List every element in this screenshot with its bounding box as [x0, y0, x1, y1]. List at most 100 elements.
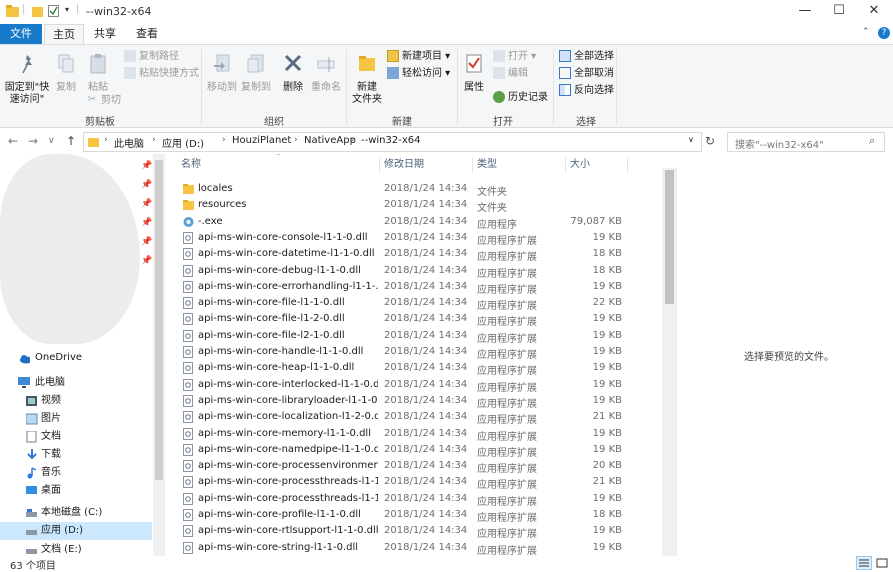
- rename-button[interactable]: 重命名: [309, 53, 343, 94]
- copy-button[interactable]: 复制: [52, 53, 80, 94]
- table-row[interactable]: resources 2018/1/24 14:34 文件夹: [165, 197, 665, 214]
- nav-pane-scroll-thumb[interactable]: [155, 160, 163, 480]
- table-row[interactable]: api-ms-win-core-profile-l1-1-0.dll 2018/1…: [165, 507, 665, 524]
- nav-item-onedrive[interactable]: OneDrive: [0, 349, 152, 367]
- recent-locations-chevron-icon[interactable]: ∨: [48, 136, 55, 146]
- search-box[interactable]: 搜索"--win32-x64" ⌕: [727, 132, 885, 152]
- move-to-button[interactable]: 移动到: [206, 53, 238, 94]
- properties-check-icon[interactable]: [48, 5, 60, 18]
- tab-home[interactable]: 主页: [44, 24, 84, 44]
- copy-to-button[interactable]: 复制到: [240, 53, 272, 94]
- breadcrumb-separator-icon[interactable]: ›: [351, 135, 355, 145]
- table-row[interactable]: -.exe 2018/1/24 14:34 应用程序 79,087 KB: [165, 214, 665, 231]
- nav-item-videos[interactable]: 视频: [0, 392, 152, 410]
- history-button[interactable]: 历史记录: [493, 90, 548, 106]
- properties-button[interactable]: 属性: [461, 53, 487, 94]
- file-list-scroll-thumb[interactable]: [665, 170, 674, 304]
- nav-item-documents[interactable]: 文档: [0, 428, 152, 446]
- column-separator[interactable]: [565, 157, 566, 173]
- breadcrumb-drive-d[interactable]: 应用 (D:): [162, 135, 204, 150]
- quick-folder-icon[interactable]: [32, 5, 44, 18]
- table-row[interactable]: api-ms-win-core-interlocked-l1-1-0.dll 20…: [165, 377, 665, 394]
- breadcrumb-separator-icon[interactable]: ›: [222, 135, 226, 145]
- paste-button[interactable]: 粘贴: [84, 53, 112, 94]
- column-separator[interactable]: [472, 157, 473, 173]
- breadcrumb-current-folder[interactable]: --win32-x64: [361, 135, 421, 146]
- nav-item-this-pc[interactable]: 此电脑: [0, 374, 152, 392]
- minimize-button[interactable]: —: [788, 0, 822, 24]
- up-arrow-icon[interactable]: ↑: [66, 134, 76, 148]
- easy-access-button[interactable]: 轻松访问 ▾: [387, 66, 450, 82]
- invert-selection-button[interactable]: 反向选择: [559, 83, 614, 99]
- select-all-button[interactable]: 全部选择: [559, 49, 614, 65]
- paste-shortcut-button[interactable]: 粘贴快捷方式: [124, 66, 199, 82]
- table-row[interactable]: api-ms-win-core-file-l1-1-0.dll 2018/1/24…: [165, 295, 665, 312]
- table-row[interactable]: api-ms-win-core-processthreads-l1-1... 20…: [165, 491, 665, 508]
- column-header-name[interactable]: 名称: [181, 154, 201, 176]
- table-row[interactable]: locales 2018/1/24 14:34 文件夹: [165, 181, 665, 198]
- table-row[interactable]: api-ms-win-core-processthreads-l1-1... 20…: [165, 474, 665, 491]
- column-separator[interactable]: [627, 157, 628, 173]
- table-row[interactable]: api-ms-win-core-libraryloader-l1-1-0... 2…: [165, 393, 665, 410]
- tab-view[interactable]: 查看: [128, 24, 166, 44]
- table-row[interactable]: api-ms-win-core-debug-l1-1-0.dll 2018/1/2…: [165, 263, 665, 280]
- details-view-button[interactable]: [856, 556, 872, 570]
- pin-quick-access-button[interactable]: 固定到"快 速访问": [4, 53, 50, 106]
- close-button[interactable]: ✕: [857, 0, 891, 24]
- table-row[interactable]: api-ms-win-core-memory-l1-1-0.dll 2018/1/…: [165, 426, 665, 443]
- nav-item-pictures[interactable]: 图片: [0, 410, 152, 428]
- maximize-button[interactable]: ☐: [822, 0, 856, 24]
- table-row[interactable]: api-ms-win-core-errorhandling-l1-1-... 20…: [165, 279, 665, 296]
- table-row[interactable]: api-ms-win-core-rtlsupport-l1-1-0.dll 201…: [165, 523, 665, 540]
- table-row[interactable]: api-ms-win-core-console-l1-1-0.dll 2018/1…: [165, 230, 665, 247]
- breadcrumb-nativeapp[interactable]: NativeApp: [304, 135, 356, 146]
- select-none-button[interactable]: 全部取消: [559, 66, 614, 82]
- refresh-icon[interactable]: ↻: [705, 134, 715, 148]
- breadcrumb-separator-icon[interactable]: ›: [152, 135, 156, 145]
- forward-arrow-icon[interactable]: →: [28, 134, 38, 148]
- nav-item-app-drive-d[interactable]: 应用 (D:): [0, 522, 152, 540]
- table-row[interactable]: api-ms-win-core-localization-l1-2-0.dll 2…: [165, 409, 665, 426]
- nav-item-local-disk-c[interactable]: 本地磁盘 (C:): [0, 504, 152, 522]
- delete-button[interactable]: 删除: [281, 53, 305, 94]
- cut-button[interactable]: ✂ 剪切: [86, 93, 121, 109]
- column-header-type[interactable]: 类型: [477, 154, 497, 176]
- nav-item-docs-drive-e[interactable]: 文档 (E:): [0, 541, 152, 556]
- breadcrumb-houziplanet[interactable]: HouziPlanet: [232, 135, 291, 146]
- table-row[interactable]: api-ms-win-core-string-l1-1-0.dll 2018/1/…: [165, 540, 665, 556]
- copy-path-button[interactable]: 复制路径: [124, 49, 179, 65]
- file-list-scrollbar[interactable]: [662, 168, 677, 556]
- nav-pane-scrollbar[interactable]: [153, 154, 165, 556]
- search-icon[interactable]: ⌕: [869, 134, 875, 148]
- table-row[interactable]: api-ms-win-core-heap-l1-1-0.dll 2018/1/24…: [165, 360, 665, 377]
- nav-item-desktop[interactable]: 桌面: [0, 482, 152, 500]
- tab-file[interactable]: 文件: [0, 24, 42, 44]
- table-row[interactable]: api-ms-win-core-processenvironmen... 2018…: [165, 458, 665, 475]
- table-row[interactable]: api-ms-win-core-datetime-l1-1-0.dll 2018/…: [165, 246, 665, 263]
- breadcrumb-separator-icon[interactable]: ›: [104, 135, 108, 145]
- breadcrumb-this-pc[interactable]: 此电脑: [114, 135, 144, 150]
- new-folder-button[interactable]: 新建 文件夹: [350, 53, 384, 106]
- column-separator[interactable]: [379, 157, 380, 173]
- breadcrumb-separator-icon[interactable]: ›: [294, 135, 298, 145]
- customize-quick-access-icon[interactable]: ▾: [65, 5, 69, 14]
- address-bar[interactable]: › 此电脑 › 应用 (D:) › HouziPlanet › NativeAp…: [83, 132, 702, 152]
- table-row[interactable]: api-ms-win-core-handle-l1-1-0.dll 2018/1/…: [165, 344, 665, 361]
- nav-item-music[interactable]: 音乐: [0, 464, 152, 482]
- open-button[interactable]: 打开 ▾: [493, 49, 536, 65]
- tab-share[interactable]: 共享: [86, 24, 124, 44]
- table-row[interactable]: api-ms-win-core-namedpipe-l1-1-0.dll 2018…: [165, 442, 665, 459]
- column-header-size[interactable]: 大小: [570, 154, 590, 176]
- address-dropdown-chevron-icon[interactable]: ∨: [688, 135, 694, 144]
- table-row[interactable]: api-ms-win-core-file-l1-2-0.dll 2018/1/24…: [165, 311, 665, 328]
- column-header-date[interactable]: 修改日期: [384, 154, 424, 176]
- collapse-ribbon-icon[interactable]: ⌃: [862, 27, 870, 37]
- large-icons-view-button[interactable]: [874, 556, 890, 570]
- nav-item-downloads[interactable]: 下载: [0, 446, 152, 464]
- edit-button[interactable]: 编辑: [493, 66, 528, 82]
- back-arrow-icon[interactable]: ←: [8, 134, 18, 148]
- table-row[interactable]: api-ms-win-core-file-l2-1-0.dll 2018/1/24…: [165, 328, 665, 345]
- help-icon[interactable]: ?: [878, 27, 890, 39]
- new-item-button[interactable]: 新建项目 ▾: [387, 49, 450, 65]
- folder-icon[interactable]: [6, 5, 20, 18]
